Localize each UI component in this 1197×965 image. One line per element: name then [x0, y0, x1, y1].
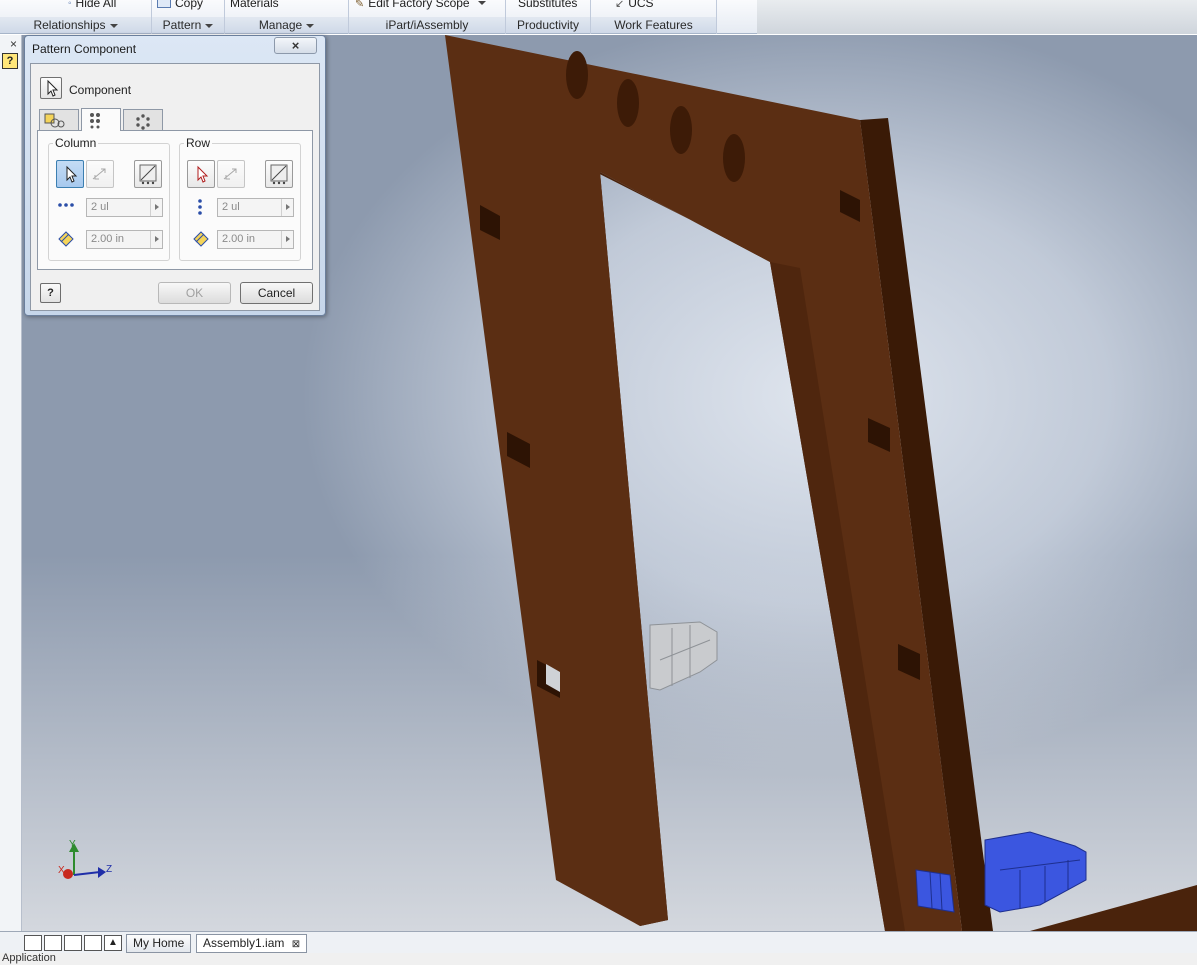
spin-arrow-icon[interactable]: [281, 199, 293, 216]
hide-all-button[interactable]: ◦ Hide All: [68, 0, 116, 10]
edit-factory-scope-button[interactable]: ✎ Edit Factory Scope: [355, 0, 486, 10]
column-count-field[interactable]: 2 ul: [86, 198, 163, 217]
chevron-down-icon: [109, 23, 118, 28]
tile-horizontal-icon[interactable]: [64, 935, 82, 951]
pattern-preview-component: [649, 621, 718, 691]
associative-pattern-icon: [44, 113, 65, 128]
chevron-down-icon: [477, 1, 486, 5]
help-icon[interactable]: ?: [2, 53, 18, 69]
hole-2: [617, 79, 639, 127]
row-group: Row 2 ul 2.00 in: [179, 136, 301, 261]
ribbon-panel-relationships: ◦ Hide All Relationships: [0, 0, 152, 34]
triad-x-label: X: [58, 865, 65, 876]
copy-icon: [157, 0, 171, 8]
chevron-down-icon: [306, 23, 315, 28]
panel-label-manage[interactable]: Manage: [225, 17, 348, 33]
browser-strip: × ?: [0, 35, 22, 931]
hole-3: [670, 106, 692, 154]
title-bar-background: [757, 0, 1197, 34]
midplane-icon: [270, 164, 288, 185]
row-spacing-field[interactable]: 2.00 in: [217, 230, 294, 249]
panel-label-work-features[interactable]: Work Features: [591, 17, 716, 33]
ucs-icon: ↙: [615, 0, 625, 10]
arrange-up-icon[interactable]: ▲: [104, 935, 122, 951]
row-midplane-button[interactable]: [265, 160, 293, 188]
spacing-icon: [58, 231, 74, 247]
copy-button[interactable]: Copy: [157, 0, 203, 10]
flip-direction-icon: [92, 168, 106, 180]
pattern-component-dialog: Pattern Component × Component Column 2 u…: [24, 35, 326, 316]
spacing-icon: [193, 231, 209, 247]
column-spacing-field[interactable]: 2.00 in: [86, 230, 163, 249]
panel-label-pattern[interactable]: Pattern: [152, 17, 224, 33]
panel-label-relationships[interactable]: Relationships: [0, 17, 151, 33]
row-count-field[interactable]: 2 ul: [217, 198, 294, 217]
ribbon-panel-pattern: Copy Pattern: [152, 0, 225, 34]
cancel-button[interactable]: Cancel: [240, 282, 313, 304]
column-group: Column 2 ul 2.00 in: [48, 136, 170, 261]
tile-vertical-icon[interactable]: [84, 935, 102, 951]
flip-direction-icon: [223, 168, 237, 180]
tab-assembly1[interactable]: Assembly1.iam ⊠: [196, 934, 308, 953]
help-button[interactable]: ?: [40, 283, 61, 303]
triad-z-label: Z: [106, 864, 113, 875]
tab-associative[interactable]: [39, 109, 79, 131]
column-midplane-button[interactable]: [134, 160, 162, 188]
tab-circular[interactable]: [123, 109, 163, 131]
cursor-arrow-icon: [47, 79, 59, 97]
cursor-arrow-icon: [197, 165, 209, 183]
close-icon[interactable]: ×: [10, 37, 17, 51]
ok-button[interactable]: OK: [158, 282, 231, 304]
edit-factory-scope-icon: ✎: [355, 0, 365, 10]
column-flip-button[interactable]: [86, 160, 114, 188]
ribbon-panel-manage: Materials Manage: [225, 0, 349, 34]
cascade-windows-icon[interactable]: [24, 935, 42, 951]
substitutes-button[interactable]: Substitutes: [518, 0, 577, 10]
cursor-arrow-icon: [66, 165, 78, 183]
status-bar: Application: [0, 953, 1197, 965]
row-direction-select-button[interactable]: [187, 160, 215, 188]
row-flip-button[interactable]: [217, 160, 245, 188]
midplane-icon: [139, 164, 157, 185]
panel-label-productivity[interactable]: Productivity: [506, 17, 590, 33]
ribbon: ◦ Hide All Relationships Copy Pattern Ma…: [0, 0, 757, 34]
row-group-title: Row: [184, 136, 213, 150]
component-label: Component: [69, 83, 132, 97]
count-dots-icon: [58, 203, 74, 207]
rectangular-pattern-icon: [90, 113, 100, 129]
close-button[interactable]: ×: [274, 37, 317, 54]
tab-rectangular[interactable]: [81, 108, 121, 131]
ribbon-panel-ipart: ✎ Edit Factory Scope iPart/iAssembly: [349, 0, 506, 34]
spin-arrow-icon[interactable]: [150, 231, 162, 248]
dialog-title: Pattern Component: [32, 42, 137, 56]
chevron-down-icon: [205, 23, 214, 28]
tab-my-home[interactable]: My Home: [126, 934, 192, 953]
hole-1: [566, 51, 588, 99]
component-select-button[interactable]: [40, 77, 62, 99]
column-direction-select-button[interactable]: [56, 160, 84, 188]
tile-windows-icon[interactable]: [44, 935, 62, 951]
ucs-button[interactable]: ↙ UCS: [615, 0, 654, 10]
ribbon-panel-productivity: Substitutes Productivity: [506, 0, 591, 34]
column-group-title: Column: [53, 136, 99, 150]
count-dots-icon: [198, 199, 202, 215]
dialog-body: Component Column 2 ul 2.00 in Row 2 ul 2…: [30, 63, 320, 311]
ribbon-panel-work-features: ↙ UCS Work Features: [591, 0, 717, 34]
panel-label-ipart[interactable]: iPart/iAssembly: [349, 17, 505, 33]
materials-button[interactable]: Materials: [230, 0, 279, 10]
hide-all-icon: ◦: [68, 0, 72, 9]
tab-close-icon[interactable]: ⊠: [292, 939, 300, 950]
rectangular-tab-panel: Column 2 ul 2.00 in Row 2 ul 2.00 in: [37, 130, 313, 270]
hole-4: [723, 134, 745, 182]
circular-pattern-icon: [136, 114, 150, 130]
spin-arrow-icon[interactable]: [281, 231, 293, 248]
spin-arrow-icon[interactable]: [150, 199, 162, 216]
document-tab-bar: ▲ My Home Assembly1.iam ⊠: [0, 931, 1197, 953]
triad-y-label: Y: [69, 839, 76, 850]
